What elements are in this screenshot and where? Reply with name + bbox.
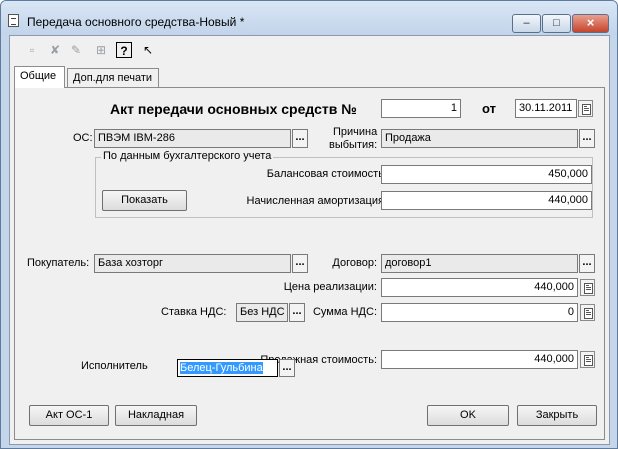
buyer-label: Покупатель:	[27, 257, 90, 269]
vat-rate-field[interactable]: Без НДС	[236, 303, 288, 322]
form-body: ▫ ✘ ✎ ⊞ ? ↖ Общие Доп.для печати Акт пер…	[9, 35, 610, 445]
executor-select-button[interactable]: ...	[279, 359, 295, 377]
reason-select-button[interactable]: ...	[579, 129, 595, 148]
calendar-icon[interactable]	[578, 100, 593, 117]
vat-sum-label: Сумма НДС:	[312, 306, 377, 318]
vat-sum-calculator-icon[interactable]	[580, 304, 595, 321]
structure-icon[interactable]: ⊞	[93, 42, 109, 58]
maximize-button[interactable]: □	[542, 14, 571, 33]
balance-field: 450,000	[381, 165, 592, 184]
contract-label: Договор:	[332, 257, 377, 269]
doc-number-field[interactable]: 1	[381, 99, 461, 118]
sale-cost-calculator-icon[interactable]	[580, 351, 595, 368]
sale-price-calculator-icon[interactable]	[580, 279, 595, 296]
tab-general[interactable]: Общие	[14, 66, 65, 88]
app-window: Передача основного средства-Новый * – □ …	[0, 0, 618, 449]
executor-field[interactable]: Белец-Гульбина	[177, 359, 278, 377]
executor-value: Белец-Гульбина	[180, 362, 263, 374]
os-field[interactable]: ПВЭМ IBM-286	[94, 129, 291, 148]
accounting-group-label: По данным бухгалтерского учета	[101, 150, 274, 162]
act-heading: Акт передачи основных средств №	[110, 101, 357, 117]
close-form-button[interactable]: Закрыть	[517, 405, 597, 426]
close-button[interactable]: ×	[572, 14, 609, 33]
cursor-help-icon[interactable]: ↖	[140, 42, 156, 58]
act-os1-button[interactable]: Акт ОС-1	[29, 405, 109, 426]
new-doc-icon[interactable]: ▫	[24, 42, 40, 58]
minimize-button[interactable]: –	[512, 14, 541, 33]
reason-field[interactable]: Продажа	[381, 129, 578, 148]
doc-date-field[interactable]: 30.11.2011	[515, 99, 577, 118]
contract-select-button[interactable]: ...	[579, 254, 595, 273]
help-icon[interactable]: ?	[116, 42, 132, 58]
amortization-label: Начисленная амортизация:	[246, 195, 388, 207]
window-title: Передача основного средства-Новый *	[27, 15, 245, 29]
from-label: от	[482, 101, 496, 116]
executor-label: Исполнитель	[81, 360, 148, 372]
tab-print-extra[interactable]: Доп.для печати	[67, 68, 159, 88]
reason-label-1: Причина	[333, 126, 378, 138]
os-label: ОС:	[73, 132, 93, 144]
ok-button[interactable]: OK	[427, 405, 509, 426]
reason-label-2: выбытия:	[329, 139, 378, 151]
contract-field[interactable]: договор1	[381, 254, 578, 273]
buyer-select-button[interactable]: ...	[292, 254, 308, 273]
os-select-button[interactable]: ...	[292, 129, 308, 148]
vat-rate-label: Ставка НДС:	[161, 306, 227, 318]
document-icon	[8, 14, 19, 27]
buyer-field[interactable]: База хозторг	[94, 254, 291, 273]
invoice-button[interactable]: Накладная	[115, 405, 197, 426]
vat-rate-select-button[interactable]: ...	[289, 303, 305, 322]
accounting-group: По данным бухгалтерского учета Балансова…	[95, 150, 593, 218]
tab-panel-general: Акт передачи основных средств № 1 от 30.…	[14, 87, 605, 440]
sale-price-field[interactable]: 440,000	[381, 278, 578, 297]
title-bar[interactable]: Передача основного средства-Новый * – □ …	[1, 1, 617, 35]
balance-label: Балансовая стоимость:	[266, 168, 387, 180]
show-button[interactable]: Показать	[102, 190, 187, 211]
vat-sum-field[interactable]: 0	[381, 303, 578, 322]
sale-price-label: Цена реализации:	[283, 281, 377, 293]
delete-doc-icon[interactable]: ✘	[47, 42, 63, 58]
amortization-field: 440,000	[381, 191, 592, 210]
edit-doc-icon[interactable]: ✎	[68, 42, 84, 58]
sale-cost-field[interactable]: 440,000	[381, 350, 578, 369]
